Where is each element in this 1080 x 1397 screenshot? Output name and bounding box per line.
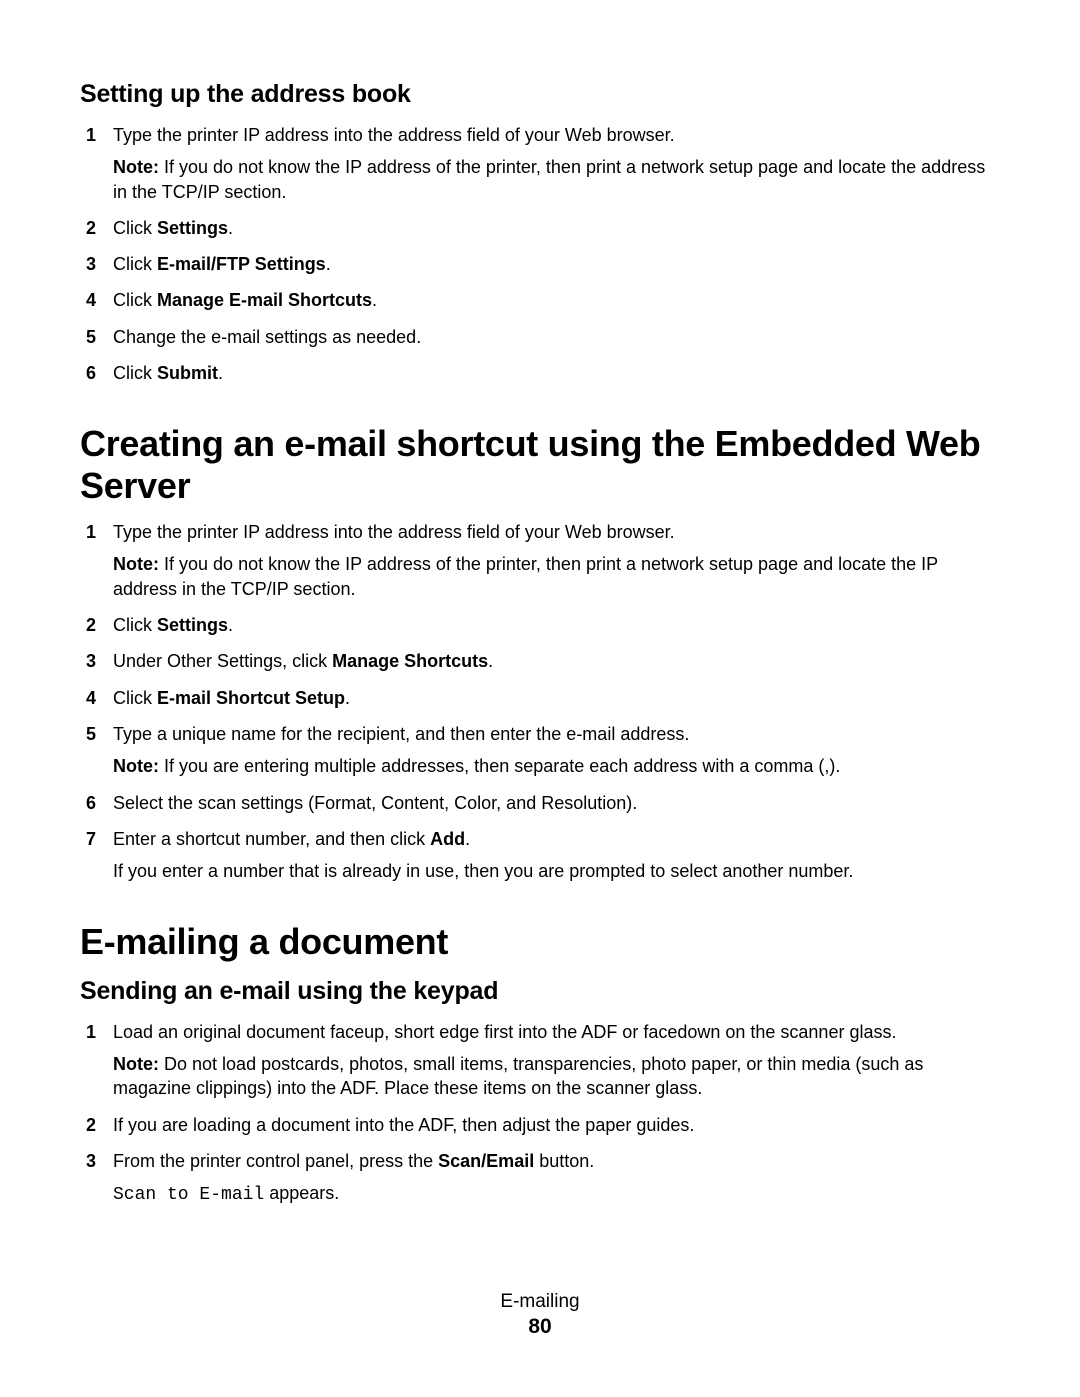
step-sub-text: If you enter a number that is already in… [113, 859, 1000, 883]
steps-sending-email: 1 Load an original document faceup, shor… [80, 1020, 1000, 1208]
list-item: 5 Type a unique name for the recipient, … [80, 722, 1000, 779]
step-pre: Under Other Settings, click [113, 651, 332, 671]
step-post: . [218, 363, 223, 383]
note: Note: If you do not know the IP address … [113, 155, 1000, 204]
list-item: 4 Click E-mail Shortcut Setup. [80, 686, 1000, 710]
list-item: 3 Click E-mail/FTP Settings. [80, 252, 1000, 276]
step-post: . [326, 254, 331, 274]
step-number: 6 [86, 361, 96, 385]
step-post: button. [534, 1151, 594, 1171]
list-item: 7 Enter a shortcut number, and then clic… [80, 827, 1000, 884]
footer-section: E-mailing [0, 1291, 1080, 1313]
step-number: 7 [86, 827, 96, 851]
steps-email-shortcut: 1 Type the printer IP address into the a… [80, 520, 1000, 883]
step-number: 1 [86, 123, 96, 147]
step-bold: Manage Shortcuts [332, 651, 488, 671]
note-text: If you do not know the IP address of the… [113, 157, 985, 201]
heading-emailing-document: E-mailing a document [80, 921, 1000, 962]
note-text: Do not load postcards, photos, small ite… [113, 1054, 923, 1098]
step-text: Type the printer IP address into the add… [113, 522, 675, 542]
step-number: 2 [86, 1113, 96, 1137]
step-number: 3 [86, 649, 96, 673]
step-pre: Click [113, 218, 157, 238]
step-text: Change the e-mail settings as needed. [113, 327, 421, 347]
list-item: 6 Click Submit. [80, 361, 1000, 385]
list-item: 1 Load an original document faceup, shor… [80, 1020, 1000, 1101]
list-item: 2 Click Settings. [80, 613, 1000, 637]
step-pre: Click [113, 254, 157, 274]
list-item: 3 Under Other Settings, click Manage Sho… [80, 649, 1000, 673]
step-number: 5 [86, 325, 96, 349]
step-number: 6 [86, 791, 96, 815]
heading-sending-email-keypad: Sending an e-mail using the keypad [80, 977, 1000, 1006]
step-pre: Enter a shortcut number, and then click [113, 829, 430, 849]
note-label: Note: [113, 756, 159, 776]
step-text: Type the printer IP address into the add… [113, 125, 675, 145]
heading-creating-email-shortcut: Creating an e-mail shortcut using the Em… [80, 423, 1000, 506]
list-item: 4 Click Manage E-mail Shortcuts. [80, 288, 1000, 312]
list-item: 1 Type the printer IP address into the a… [80, 123, 1000, 204]
step-pre: From the printer control panel, press th… [113, 1151, 438, 1171]
step-text: Load an original document faceup, short … [113, 1022, 896, 1042]
step-number: 2 [86, 613, 96, 637]
list-item: 5 Change the e-mail settings as needed. [80, 325, 1000, 349]
step-bold: Add [430, 829, 465, 849]
step-post: . [488, 651, 493, 671]
step-pre: Click [113, 688, 157, 708]
list-item: 2 If you are loading a document into the… [80, 1113, 1000, 1137]
step-bold: Settings [157, 615, 228, 635]
step-text: Type a unique name for the recipient, an… [113, 724, 689, 744]
list-item: 1 Type the printer IP address into the a… [80, 520, 1000, 601]
document-page: Setting up the address book 1 Type the p… [0, 0, 1080, 1397]
step-number: 3 [86, 1149, 96, 1173]
note: Note: If you do not know the IP address … [113, 552, 1000, 601]
page-footer: E-mailing 80 [0, 1291, 1080, 1339]
step-post: . [228, 615, 233, 635]
step-number: 4 [86, 288, 96, 312]
step-post: . [465, 829, 470, 849]
note: Note: If you are entering multiple addre… [113, 754, 1000, 778]
note-text: If you do not know the IP address of the… [113, 554, 938, 598]
step-number: 1 [86, 1020, 96, 1044]
note-label: Note: [113, 157, 159, 177]
step-number: 4 [86, 686, 96, 710]
step-number: 3 [86, 252, 96, 276]
step-pre: Click [113, 363, 157, 383]
footer-page-number: 80 [0, 1315, 1080, 1339]
step-number: 5 [86, 722, 96, 746]
step-bold: Manage E-mail Shortcuts [157, 290, 372, 310]
step-mono-line: Scan to E-mail appears. [113, 1181, 1000, 1207]
step-post: . [372, 290, 377, 310]
step-bold: E-mail Shortcut Setup [157, 688, 345, 708]
note-label: Note: [113, 1054, 159, 1074]
note-label: Note: [113, 554, 159, 574]
step-pre: Click [113, 615, 157, 635]
steps-address-book: 1 Type the printer IP address into the a… [80, 123, 1000, 385]
list-item: 6 Select the scan settings (Format, Cont… [80, 791, 1000, 815]
note-text: If you are entering multiple addresses, … [164, 756, 840, 776]
step-text: Select the scan settings (Format, Conten… [113, 793, 637, 813]
step-pre: Click [113, 290, 157, 310]
mono-text: Scan to E-mail [113, 1185, 264, 1205]
step-number: 2 [86, 216, 96, 240]
step-number: 1 [86, 520, 96, 544]
mono-post: appears. [264, 1183, 339, 1203]
step-text: If you are loading a document into the A… [113, 1115, 694, 1135]
step-bold: Submit [157, 363, 218, 383]
note: Note: Do not load postcards, photos, sma… [113, 1052, 1000, 1101]
step-bold: Settings [157, 218, 228, 238]
step-post: . [228, 218, 233, 238]
heading-setting-up-address-book: Setting up the address book [80, 80, 1000, 109]
step-bold: E-mail/FTP Settings [157, 254, 326, 274]
step-post: . [345, 688, 350, 708]
list-item: 2 Click Settings. [80, 216, 1000, 240]
list-item: 3 From the printer control panel, press … [80, 1149, 1000, 1208]
step-bold: Scan/Email [438, 1151, 534, 1171]
